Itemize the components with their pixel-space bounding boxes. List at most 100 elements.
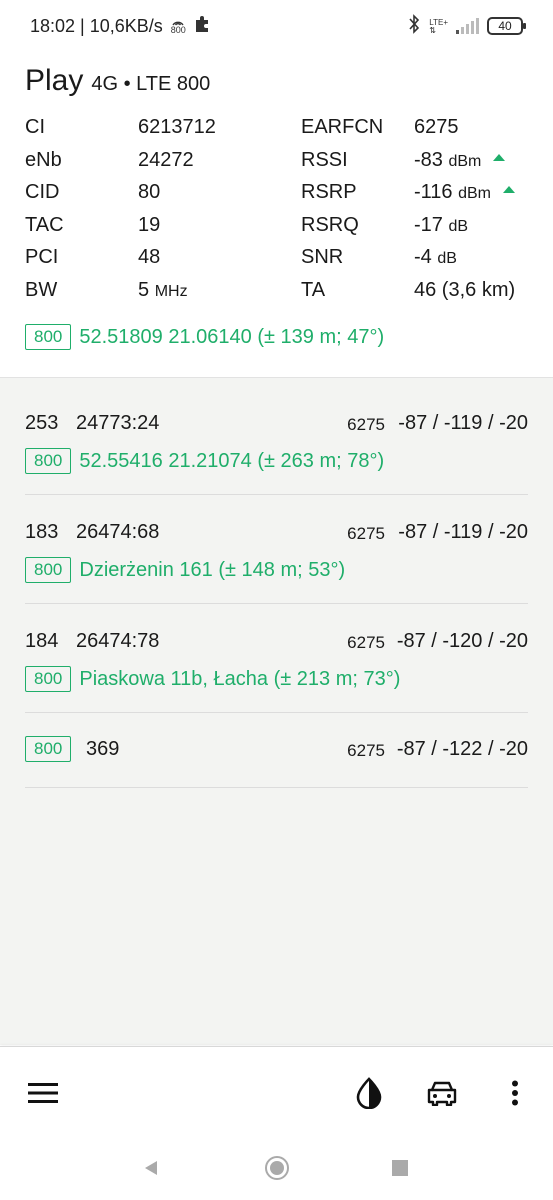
recents-icon[interactable] [386, 1154, 414, 1182]
bluetooth-icon [407, 13, 421, 39]
info-row: eNb 24272 RSSI -83 dBm [25, 149, 535, 182]
neighbor-cell[interactable]: 253 24773:24 6275 -87 / -119 / -20 800 5… [25, 412, 528, 474]
unit-bw: MHz [154, 282, 188, 300]
back-icon[interactable] [137, 1154, 165, 1182]
unit-rsrp: dBm [458, 185, 492, 203]
value-pci: 48 [138, 246, 161, 269]
value-rssi-group: -83 dBm [414, 148, 506, 172]
neighbor-signal-values: -87 / -119 / -20 [398, 412, 528, 434]
value-bw: 5 [138, 278, 150, 301]
value-rsrq: -17 [414, 213, 443, 236]
neighbor-pci: 183 [25, 521, 59, 543]
hotspot-icon: 800 [171, 17, 186, 35]
value-ta: 46 (3,6 km) [414, 278, 516, 301]
band-badge: 800 [25, 324, 72, 350]
label-earfcn: EARFCN [301, 116, 384, 138]
band-badge: 800 [25, 666, 72, 692]
battery-icon: 40 [487, 17, 526, 35]
neighbor-earfcn: 6275 [347, 633, 385, 652]
info-row: CID 80 RSRP -116 dBm [25, 181, 535, 214]
neighbor-pci: 369 [86, 738, 120, 760]
neighbor-cell-id: 24773:24 [76, 412, 160, 434]
bottom-toolbar [0, 1046, 553, 1136]
label-enb: eNb [25, 148, 62, 171]
neighbor-cell[interactable]: 184 26474:78 6275 -87 / -120 / -20 800 P… [25, 630, 528, 692]
unit-rsrq: dB [448, 217, 469, 235]
unit-snr: dB [437, 250, 457, 268]
band-badge: 800 [25, 448, 72, 474]
neighbor-cell[interactable]: 183 26474:68 6275 -87 / -119 / -20 800 D… [25, 521, 528, 583]
trend-up-icon [493, 153, 506, 161]
trend-up-icon [503, 186, 516, 194]
value-tac: 19 [138, 213, 161, 236]
neighbor-cell[interactable]: 800 369 6275 -87 / -122 / -20 [25, 736, 528, 766]
neighbor-pci: 184 [25, 630, 59, 652]
neighbor-earfcn: 6275 [347, 741, 385, 760]
neighbor-cell-id: 26474:68 [76, 521, 160, 543]
location-text: 52.55416 21.21074 (± 263 m; 78°) [79, 449, 385, 472]
more-vertical-icon[interactable] [495, 1073, 535, 1113]
status-bar: 18:02 | 10,6KB/s 800 LTE+ ⇅ 40 [0, 0, 553, 52]
lte-indicator: LTE+ ⇅ [429, 18, 448, 35]
band-badge: 800 [25, 736, 72, 762]
divider [25, 712, 528, 713]
label-rsrp: RSRP [301, 181, 357, 204]
divider [25, 494, 528, 495]
network-header: Play 4G • LTE 800 [25, 64, 210, 98]
neighbor-earfcn: 6275 [347, 524, 385, 543]
label-rssi: RSSI [301, 148, 348, 171]
value-snr-group: -4 dB [414, 246, 457, 269]
info-row: PCI 48 SNR -4 dB [25, 246, 535, 279]
divider [25, 787, 528, 788]
neighbor-cells-panel: 253 24773:24 6275 -87 / -119 / -20 800 5… [0, 377, 553, 1045]
value-rssi: -83 [414, 148, 443, 171]
value-cid: 80 [138, 181, 161, 204]
neighbor-signal-values: -87 / -120 / -20 [396, 630, 528, 652]
hamburger-menu-icon[interactable] [23, 1073, 63, 1113]
value-rsrq-group: -17 dB [414, 214, 468, 237]
status-time-speed: 18:02 | 10,6KB/s [30, 15, 163, 36]
label-cid: CID [25, 181, 60, 204]
label-bw: BW [25, 278, 58, 301]
signal-strength-icon [456, 18, 479, 34]
location-text: 52.51809 21.06140 (± 139 m; 47°) [79, 325, 385, 348]
unit-rssi: dBm [448, 152, 482, 170]
label-ta: TA [301, 278, 326, 301]
neighbor-signal-values: -87 / -122 / -20 [396, 738, 528, 760]
value-snr: -4 [414, 246, 432, 269]
car-icon[interactable] [422, 1073, 462, 1113]
band-badge: 800 [25, 557, 72, 583]
value-earfcn: 6275 [414, 116, 459, 138]
neighbor-cell-id: 26474:78 [76, 630, 160, 652]
info-row: CI 6213712 EARFCN 6275 [25, 116, 535, 149]
location-text: Piaskowa 11b, Łacha (± 213 m; 73°) [79, 667, 401, 690]
contrast-icon[interactable] [349, 1073, 389, 1113]
network-technology: 4G • LTE 800 [91, 73, 211, 95]
info-row: BW 5 MHz TA 46 (3,6 km) [25, 279, 535, 312]
divider [25, 603, 528, 604]
home-icon[interactable] [263, 1154, 291, 1182]
battery-level: 40 [498, 19, 512, 33]
value-ci: 6213712 [138, 116, 216, 138]
data-arrows-icon: ⇅ [429, 25, 436, 35]
neighbor-signal-values: -87 / -119 / -20 [398, 521, 528, 543]
label-pci: PCI [25, 246, 59, 269]
neighbor-pci: 253 [25, 412, 59, 434]
value-enb: 24272 [138, 148, 194, 171]
label-tac: TAC [25, 213, 64, 236]
puzzle-icon [194, 15, 212, 38]
value-rsrp-group: -116 dBm [414, 181, 516, 204]
info-row: TAC 19 RSRQ -17 dB [25, 214, 535, 247]
label-ci: CI [25, 116, 45, 138]
serving-cell-location[interactable]: 800 52.51809 21.06140 (± 139 m; 47°) [25, 324, 384, 350]
system-nav-bar [0, 1136, 553, 1200]
operator-name: Play [25, 64, 84, 97]
value-bw-group: 5 MHz [138, 279, 188, 302]
location-text: Dzierżenin 161 (± 148 m; 53°) [79, 558, 346, 581]
serving-cell-info: CI 6213712 EARFCN 6275 eNb 24272 RSSI -8… [25, 116, 535, 312]
neighbor-earfcn: 6275 [347, 415, 385, 434]
label-rsrq: RSRQ [301, 213, 359, 236]
hotspot-label: 800 [170, 25, 186, 35]
value-rsrp: -116 [414, 181, 453, 204]
label-snr: SNR [301, 246, 344, 269]
